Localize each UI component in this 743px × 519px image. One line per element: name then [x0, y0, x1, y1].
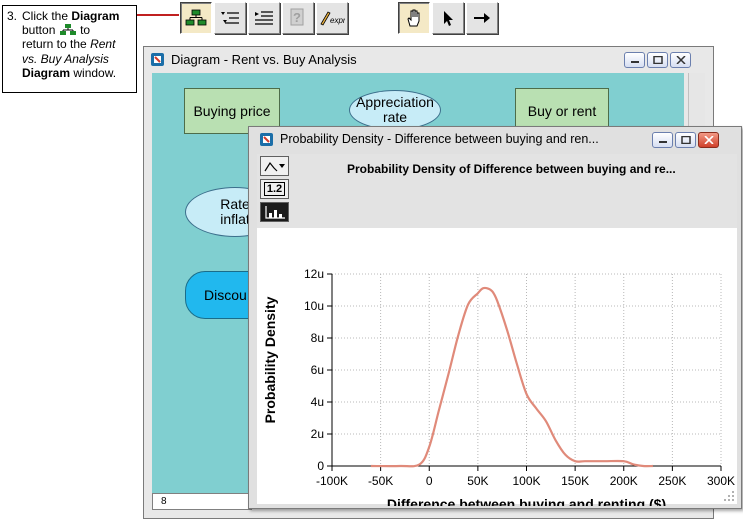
node-appreciation-rate[interactable]: Appreciation rate — [349, 90, 441, 130]
diagram-title: Diagram - Rent vs. Buy Analysis — [171, 51, 357, 67]
chart-header-strip: Probability Density of Difference betwee… — [293, 154, 737, 228]
browse-tool-button[interactable] — [398, 2, 430, 34]
outline-button[interactable] — [214, 2, 246, 34]
main-toolbar: ? expr — [180, 2, 348, 34]
y-tick-label: 6u — [311, 363, 324, 377]
diagram-icon — [59, 24, 76, 36]
close-button[interactable] — [670, 52, 691, 68]
prob-content: 1.2 Probability Density of Difference be… — [257, 154, 737, 506]
node-label: Buying price — [193, 103, 271, 119]
list-button[interactable] — [248, 2, 280, 34]
probability-density-window: Probability Density - Difference between… — [248, 126, 742, 509]
expression-icon: expr — [320, 11, 345, 26]
x-axis-label: Difference between buying and renting ($… — [387, 496, 666, 506]
node-label: Discou — [204, 287, 247, 303]
graph-view-icon — [264, 206, 285, 219]
y-axis-ticks: 0 2u 4u 6u 8u 10u 12u — [304, 267, 332, 473]
x-tick-label: 150K — [561, 474, 589, 488]
node-label: Rate — [220, 196, 250, 212]
callout-rent: Rent — [90, 37, 116, 52]
arrow-tool-button[interactable] — [466, 2, 498, 34]
arrow-pointer-icon — [444, 11, 453, 26]
diagram-window-controls — [622, 52, 691, 68]
prob-window-controls — [650, 132, 719, 148]
callout-diagram-bold: Diagram — [71, 9, 120, 23]
y-axis-label: Probability Density — [262, 296, 278, 423]
x-tick-label: 200K — [610, 474, 638, 488]
x-tick-label: 100K — [512, 474, 540, 488]
maximize-button[interactable] — [675, 132, 696, 148]
callout-button-word: button — [22, 23, 56, 38]
x-axis-ticks: -100K -50K 0 50K 100K 150K 200K 250K 300K — [316, 466, 735, 488]
app-icon — [260, 132, 273, 146]
callout-window-word: window. — [73, 65, 117, 80]
draw-arrow-icon — [474, 13, 490, 23]
outline-icon — [221, 12, 239, 24]
node-label: rate — [382, 109, 408, 125]
y-tick-label: 0 — [317, 459, 324, 473]
number-format-label: 1.2 — [263, 182, 286, 196]
close-icon — [703, 136, 714, 144]
maximize-icon — [680, 136, 691, 144]
result-sidebar: 1.2 — [257, 154, 293, 228]
minimize-button[interactable] — [652, 132, 673, 148]
close-button[interactable] — [698, 132, 719, 148]
status-glyph: 8 — [161, 496, 167, 507]
density-curve — [370, 286, 653, 468]
x-tick-label: 300K — [707, 474, 735, 488]
y-tick-label: 2u — [311, 427, 324, 441]
probability-density-chart: -100K -50K 0 50K 100K 150K 200K 250K 300K 0 2u 4u 6… — [262, 267, 735, 506]
callout-text-pre: Click the — [22, 9, 69, 23]
tool-palette — [398, 2, 498, 34]
x-tick-label: -50K — [368, 474, 393, 488]
chart-type-button[interactable] — [260, 156, 289, 176]
prob-title: Probability Density - Difference between… — [280, 132, 599, 146]
callout-return-to: return to the — [22, 37, 87, 52]
hand-tool-icon — [407, 9, 420, 27]
minimize-button[interactable] — [624, 52, 645, 68]
help-button[interactable]: ? — [282, 2, 314, 34]
callout-vs-buy: vs. Buy Analysis — [22, 51, 109, 66]
callout-to-word: to — [80, 23, 91, 38]
chart-type-icon — [263, 161, 285, 172]
callout-diagram-window: Diagram — [22, 65, 71, 80]
minimize-icon — [658, 141, 667, 143]
instruction-callout: 3. Click the Diagram button to return to… — [2, 5, 137, 93]
node-label: inflat — [220, 211, 250, 227]
number-format-button[interactable]: 1.2 — [260, 179, 289, 199]
y-tick-label: 10u — [304, 299, 324, 313]
x-tick-label: 250K — [658, 474, 686, 488]
expression-button[interactable]: expr — [316, 2, 348, 34]
callout-leader-line — [137, 14, 179, 16]
resize-grip-icon[interactable] — [723, 490, 735, 502]
svg-text:expr: expr — [330, 16, 345, 25]
minimize-icon — [630, 61, 639, 63]
step-number: 3. — [7, 9, 18, 23]
y-tick-label: 8u — [311, 331, 324, 345]
y-tick-label: 12u — [304, 267, 324, 281]
close-icon — [675, 56, 686, 64]
app-icon — [151, 52, 164, 66]
diagram-button[interactable] — [180, 2, 212, 34]
y-tick-label: 4u — [311, 395, 324, 409]
maximize-button[interactable] — [647, 52, 668, 68]
help-icon: ? — [290, 8, 304, 26]
diagram-icon — [185, 9, 207, 26]
list-icon — [255, 11, 273, 25]
pointer-tool-button[interactable] — [432, 2, 464, 34]
maximize-icon — [652, 56, 663, 64]
svg-text:?: ? — [293, 10, 301, 25]
chart-grid — [331, 273, 722, 466]
diagram-status-bar: 8 — [152, 493, 252, 510]
node-label: Appreciation — [356, 94, 434, 110]
x-tick-label: 0 — [426, 474, 433, 488]
x-tick-label: 50K — [467, 474, 488, 488]
node-label: Buy or rent — [527, 103, 597, 119]
chart-heading: Probability Density of Difference betwee… — [347, 162, 676, 176]
x-tick-label: -100K — [316, 474, 348, 488]
graph-view-button[interactable] — [260, 202, 289, 222]
